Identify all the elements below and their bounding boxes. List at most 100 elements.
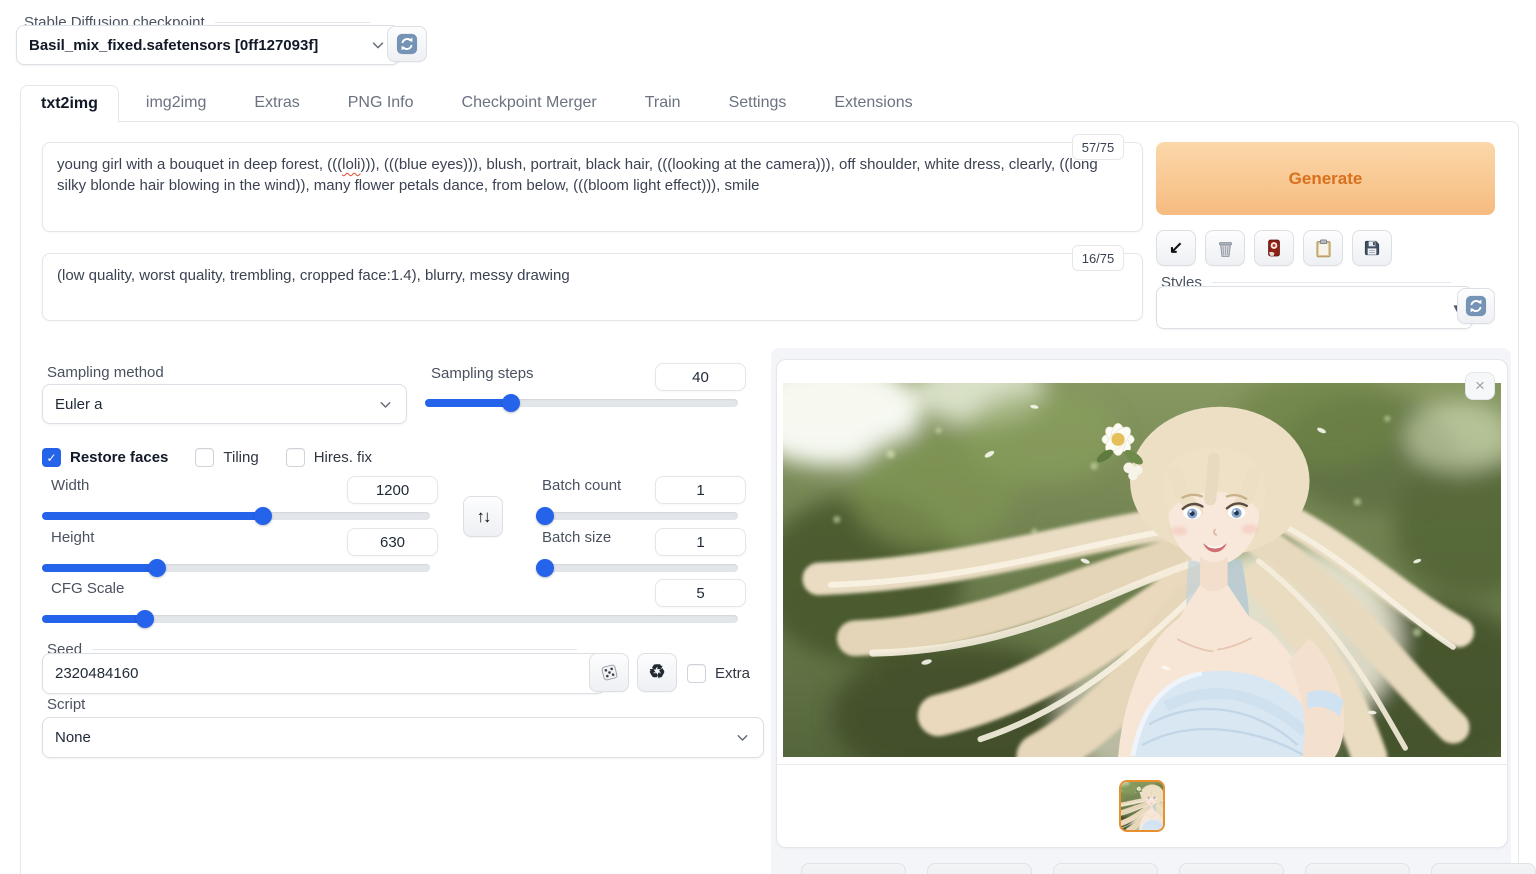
width-input[interactable] [347,476,438,504]
chevron-down-icon [372,42,384,49]
txt2img-panel: 57/75 young girl with a bouquet in deep … [20,121,1536,874]
gallery-action-button-6[interactable] [1431,863,1536,874]
tab-extras[interactable]: Extras [233,84,320,122]
cfg-scale-input[interactable] [655,579,746,607]
tab-train[interactable]: Train [624,84,702,122]
slider-handle[interactable] [536,559,554,577]
chevron-down-icon [380,401,391,408]
sampling-steps-label: Sampling steps [431,365,534,382]
generate-button[interactable]: Generate [1156,142,1495,215]
dice-icon [601,664,617,681]
width-slider[interactable] [42,507,430,525]
tab-png-info[interactable]: PNG Info [327,84,435,122]
gallery-thumbnail-strip [777,764,1507,847]
seed-value: 2320484160 [55,665,139,682]
swap-dimensions-button[interactable]: ↑↓ [463,496,503,537]
gallery-thumbnail-selected[interactable] [1119,780,1165,832]
batch-size-label: Batch size [542,529,612,546]
extra-seed-label: Extra [715,665,751,682]
swap-arrows-icon: ↑↓ [476,506,492,526]
restore-faces-checkbox[interactable] [42,448,61,467]
gallery-action-button-4[interactable] [1179,863,1284,874]
gallery-card: × [776,359,1508,848]
main-tabs: txt2img img2img Extras PNG Info Checkpoint M… [20,84,940,123]
tab-txt2img[interactable]: txt2img [20,85,119,123]
sampling-method-value: Euler a [55,395,103,413]
height-label: Height [51,529,95,546]
height-input[interactable] [347,528,438,556]
extra-seed-checkbox[interactable] [687,664,706,683]
prompt-input[interactable]: young girl with a bouquet in deep forest… [42,142,1143,232]
stable-diffusion-webui: Stable Diffusion checkpoint Basil_mix_fi… [0,0,1536,874]
options-row: Restore faces Tiling Hires. fix [42,448,372,467]
height-slider[interactable] [42,559,430,577]
restore-faces-label: Restore faces [70,449,169,466]
extra-networks-button[interactable] [1254,230,1294,266]
save-style-button[interactable] [1352,230,1392,266]
random-seed-button[interactable] [589,653,629,692]
label-divider-line [214,22,370,23]
generated-image[interactable] [783,383,1501,757]
checkpoint-value: Basil_mix_fixed.safetensors [0ff127093f] [29,36,319,54]
tab-checkpoint-merger[interactable]: Checkpoint Merger [441,84,618,122]
gallery-action-buttons [801,863,1536,874]
negative-prompt-input[interactable]: (low quality, worst quality, trembling, … [42,253,1143,321]
sampling-method-label: Sampling method [47,364,164,381]
refresh-icon [1465,295,1487,317]
slider-handle[interactable] [135,610,154,628]
hires-fix-label: Hires. fix [313,449,373,466]
negative-prompt-token-counter: 16/75 [1072,245,1124,271]
script-label: Script [47,696,86,713]
prompt-token-counter: 57/75 [1072,134,1124,160]
cfg-scale-label: CFG Scale [51,580,125,597]
batch-count-slider[interactable] [536,507,738,525]
paste-generation-params-button[interactable]: ↙ [1156,230,1196,266]
width-label: Width [51,477,90,494]
slider-handle[interactable] [147,559,166,577]
hires-fix-checkbox[interactable] [285,448,305,467]
refresh-styles-button[interactable] [1457,288,1495,324]
tiling-checkbox[interactable] [195,448,215,467]
gallery-action-button-1[interactable] [801,863,906,874]
sampling-method-dropdown[interactable]: Euler a [42,384,407,424]
batch-count-input[interactable] [655,476,746,504]
script-dropdown[interactable]: None [42,717,764,758]
tab-settings[interactable]: Settings [708,84,808,122]
label-divider-line [92,649,577,650]
apply-styles-button[interactable] [1303,230,1343,266]
slider-handle[interactable] [502,394,521,412]
refresh-icon [396,33,418,55]
extra-seed-row: Extra [687,664,750,683]
seed-input[interactable]: 2320484160 [42,653,605,694]
flower-card-icon [1268,239,1280,257]
clipboard-icon [1316,238,1330,257]
floppy-save-icon [1364,240,1380,256]
checkpoint-dropdown[interactable]: Basil_mix_fixed.safetensors [0ff127093f] [16,25,400,65]
batch-count-label: Batch count [542,477,622,494]
arrow-down-left-icon: ↙ [1168,238,1184,257]
reuse-seed-button[interactable]: ♻ [637,653,677,692]
sampling-steps-slider[interactable] [425,394,738,412]
cfg-scale-slider[interactable] [42,610,738,628]
trash-icon [1218,241,1232,257]
tab-extensions[interactable]: Extensions [813,84,933,122]
gallery-action-button-2[interactable] [927,863,1032,874]
close-icon: × [1475,376,1485,395]
gallery-action-button-5[interactable] [1305,863,1410,874]
tiling-label: Tiling [223,449,259,466]
styles-dropdown[interactable]: ▾ [1156,286,1473,329]
slider-handle[interactable] [536,507,554,525]
tab-img2img[interactable]: img2img [125,84,227,122]
chevron-down-icon [737,735,748,741]
slider-handle[interactable] [253,507,272,525]
label-divider-line [1211,282,1451,283]
clear-prompt-button[interactable] [1205,230,1245,266]
gallery-action-button-3[interactable] [1053,863,1158,874]
sampling-steps-input[interactable] [655,363,746,391]
batch-size-slider[interactable] [536,559,738,577]
refresh-checkpoint-button[interactable] [387,26,427,62]
script-value: None [55,729,91,746]
batch-size-input[interactable] [655,528,746,556]
results-panel: × [771,348,1536,874]
close-gallery-button[interactable]: × [1465,372,1495,400]
